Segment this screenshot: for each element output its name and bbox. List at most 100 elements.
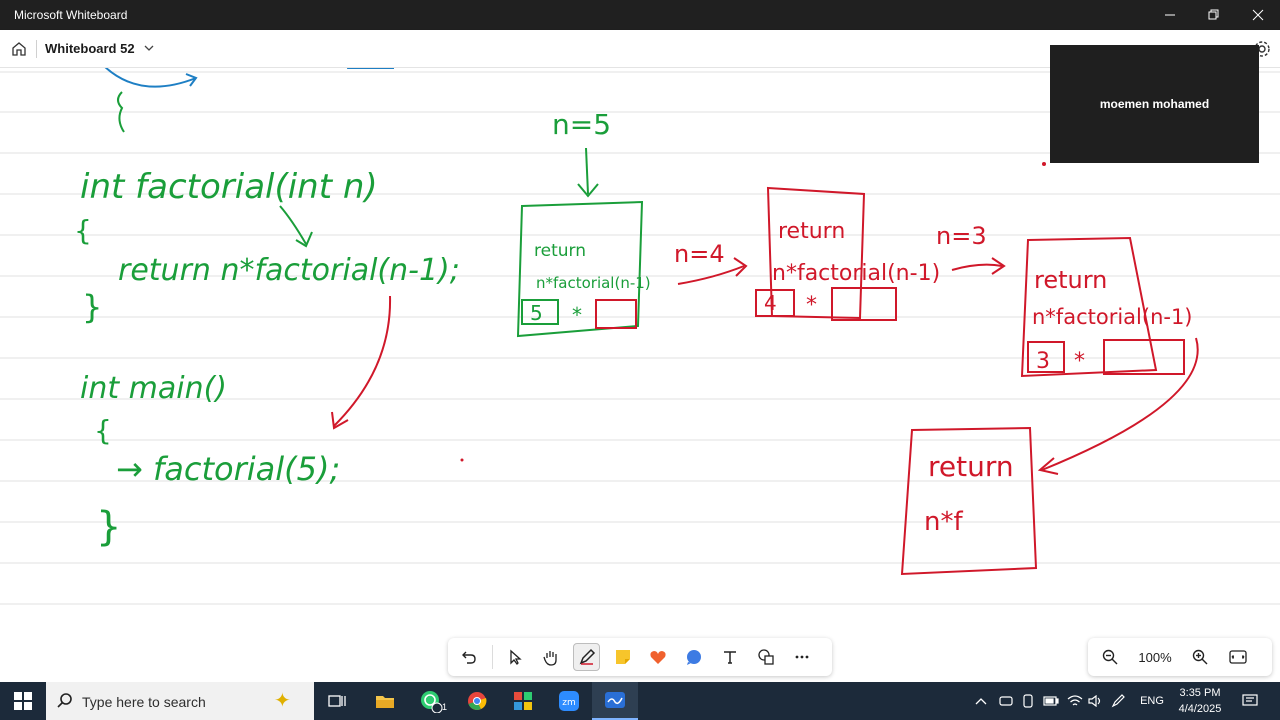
drawing-toolbar bbox=[448, 638, 832, 676]
tray-volume[interactable] bbox=[1086, 682, 1106, 720]
code-main-call: → factorial(5); bbox=[116, 450, 340, 488]
title-bar: Microsoft Whiteboard bbox=[0, 0, 1280, 30]
chevron-up-icon bbox=[975, 698, 987, 705]
clock-time: 3:35 PM bbox=[1179, 687, 1221, 699]
close-button[interactable] bbox=[1236, 0, 1280, 30]
box3-value: 3 bbox=[1036, 349, 1050, 374]
select-button[interactable] bbox=[502, 643, 529, 671]
ink-stroke bbox=[333, 295, 392, 427]
heart-icon bbox=[650, 651, 666, 664]
zoom-out-button[interactable] bbox=[1096, 643, 1124, 671]
box1-expr: n*factorial(n-1) bbox=[536, 274, 651, 292]
pen-button[interactable] bbox=[573, 643, 601, 671]
usb-icon bbox=[1023, 694, 1033, 708]
clock-date: 4/4/2025 bbox=[1178, 703, 1222, 715]
ink-stroke bbox=[951, 263, 1003, 271]
minimize-button[interactable] bbox=[1148, 0, 1192, 30]
taskbar-whiteboard[interactable] bbox=[592, 682, 638, 720]
code-main-close: } bbox=[96, 504, 121, 550]
shapes-icon bbox=[758, 649, 774, 665]
box2-op: * bbox=[806, 293, 817, 318]
taskbar-chrome[interactable] bbox=[454, 682, 500, 720]
sticky-note-button[interactable] bbox=[609, 643, 636, 671]
taskbar-whatsapp[interactable]: 1 bbox=[408, 682, 454, 720]
fit-screen-icon bbox=[1229, 650, 1247, 664]
code-open-brace: { bbox=[74, 214, 92, 247]
tray-network[interactable] bbox=[1064, 682, 1086, 720]
chevron-down-icon[interactable] bbox=[143, 42, 155, 54]
undo-button[interactable] bbox=[456, 643, 483, 671]
taskbar-file-explorer[interactable] bbox=[362, 682, 408, 720]
box1-result-slot bbox=[595, 299, 637, 329]
participant-name: moemen mohamed bbox=[1099, 97, 1210, 111]
code-close-brace: } bbox=[82, 288, 102, 326]
box1-value: 5 bbox=[530, 301, 543, 325]
text-icon bbox=[724, 651, 736, 664]
svg-text:zm: zm bbox=[562, 698, 576, 708]
search-icon bbox=[57, 693, 72, 708]
zoom-in-button[interactable] bbox=[1186, 643, 1214, 671]
taskbar-search[interactable]: Type here to search ✦ bbox=[46, 682, 314, 720]
select-icon bbox=[510, 649, 522, 665]
tray-clock[interactable]: 3:35 PM 4/4/2025 bbox=[1170, 685, 1230, 717]
tray-device[interactable] bbox=[1018, 682, 1038, 720]
participant-video-tile[interactable]: moemen mohamed bbox=[1050, 45, 1259, 163]
ink-stroke bbox=[279, 205, 307, 245]
label-n-eq-4: n=4 bbox=[674, 240, 725, 268]
box1-op: * bbox=[572, 303, 582, 327]
reactions-button[interactable] bbox=[645, 643, 672, 671]
toolbar-divider bbox=[491, 645, 493, 669]
box2-result-slot bbox=[831, 287, 897, 321]
box4-return: return bbox=[928, 450, 1014, 483]
taskbar-zoom[interactable]: zm bbox=[546, 682, 592, 720]
tray-meet-now[interactable] bbox=[996, 682, 1016, 720]
task-view-icon bbox=[328, 695, 346, 707]
window-title: Microsoft Whiteboard bbox=[14, 8, 128, 22]
box2-expr: n*factorial(n-1) bbox=[772, 261, 940, 286]
more-icon bbox=[795, 655, 808, 659]
box3-result-slot bbox=[1103, 339, 1185, 375]
start-button[interactable] bbox=[0, 682, 46, 720]
tray-notifications[interactable] bbox=[1236, 682, 1264, 720]
fit-to-screen-button[interactable] bbox=[1224, 643, 1252, 671]
ink-stroke bbox=[585, 147, 589, 195]
whatsapp-icon bbox=[421, 691, 443, 713]
comment-button[interactable] bbox=[681, 643, 708, 671]
home-button[interactable] bbox=[9, 39, 29, 59]
restore-button[interactable] bbox=[1192, 0, 1236, 30]
pen-tray-icon bbox=[1111, 694, 1125, 708]
board-name[interactable]: Whiteboard 52 bbox=[45, 41, 135, 56]
label-n-eq-5: n=5 bbox=[552, 108, 611, 141]
whiteboard-icon bbox=[605, 692, 625, 708]
tray-overflow[interactable] bbox=[972, 682, 990, 720]
ink-stroke bbox=[677, 265, 745, 285]
ink-dot bbox=[460, 458, 464, 462]
ink-stroke bbox=[104, 68, 197, 88]
ink-dot bbox=[1042, 162, 1046, 166]
tray-battery[interactable] bbox=[1040, 682, 1062, 720]
taskbar-task-view[interactable] bbox=[314, 682, 360, 720]
notification-icon bbox=[1242, 694, 1258, 706]
zoom-bar: 100% bbox=[1088, 638, 1272, 676]
tray-language[interactable]: ENG bbox=[1136, 682, 1168, 720]
comment-icon bbox=[687, 650, 702, 665]
text-button[interactable] bbox=[717, 643, 744, 671]
pan-button[interactable] bbox=[538, 643, 565, 671]
shapes-button[interactable] bbox=[752, 643, 779, 671]
whatsapp-badge: 1 bbox=[442, 702, 448, 712]
box1-return: return bbox=[534, 241, 586, 261]
close-icon bbox=[1252, 9, 1264, 21]
more-button[interactable] bbox=[788, 643, 815, 671]
home-icon bbox=[12, 42, 26, 56]
box2-value: 4 bbox=[764, 291, 777, 315]
zoom-level[interactable]: 100% bbox=[1124, 650, 1186, 665]
box3-expr: n*factorial(n-1) bbox=[1032, 305, 1193, 329]
restore-icon bbox=[1208, 9, 1219, 20]
taskbar-office[interactable] bbox=[500, 682, 546, 720]
box3-op: * bbox=[1074, 349, 1085, 374]
tray-pen[interactable] bbox=[1108, 682, 1130, 720]
code-return: return n*factorial(n-1); bbox=[118, 253, 460, 288]
camera-icon bbox=[999, 696, 1013, 706]
pen-icon bbox=[579, 648, 595, 665]
office-icon bbox=[514, 692, 532, 710]
